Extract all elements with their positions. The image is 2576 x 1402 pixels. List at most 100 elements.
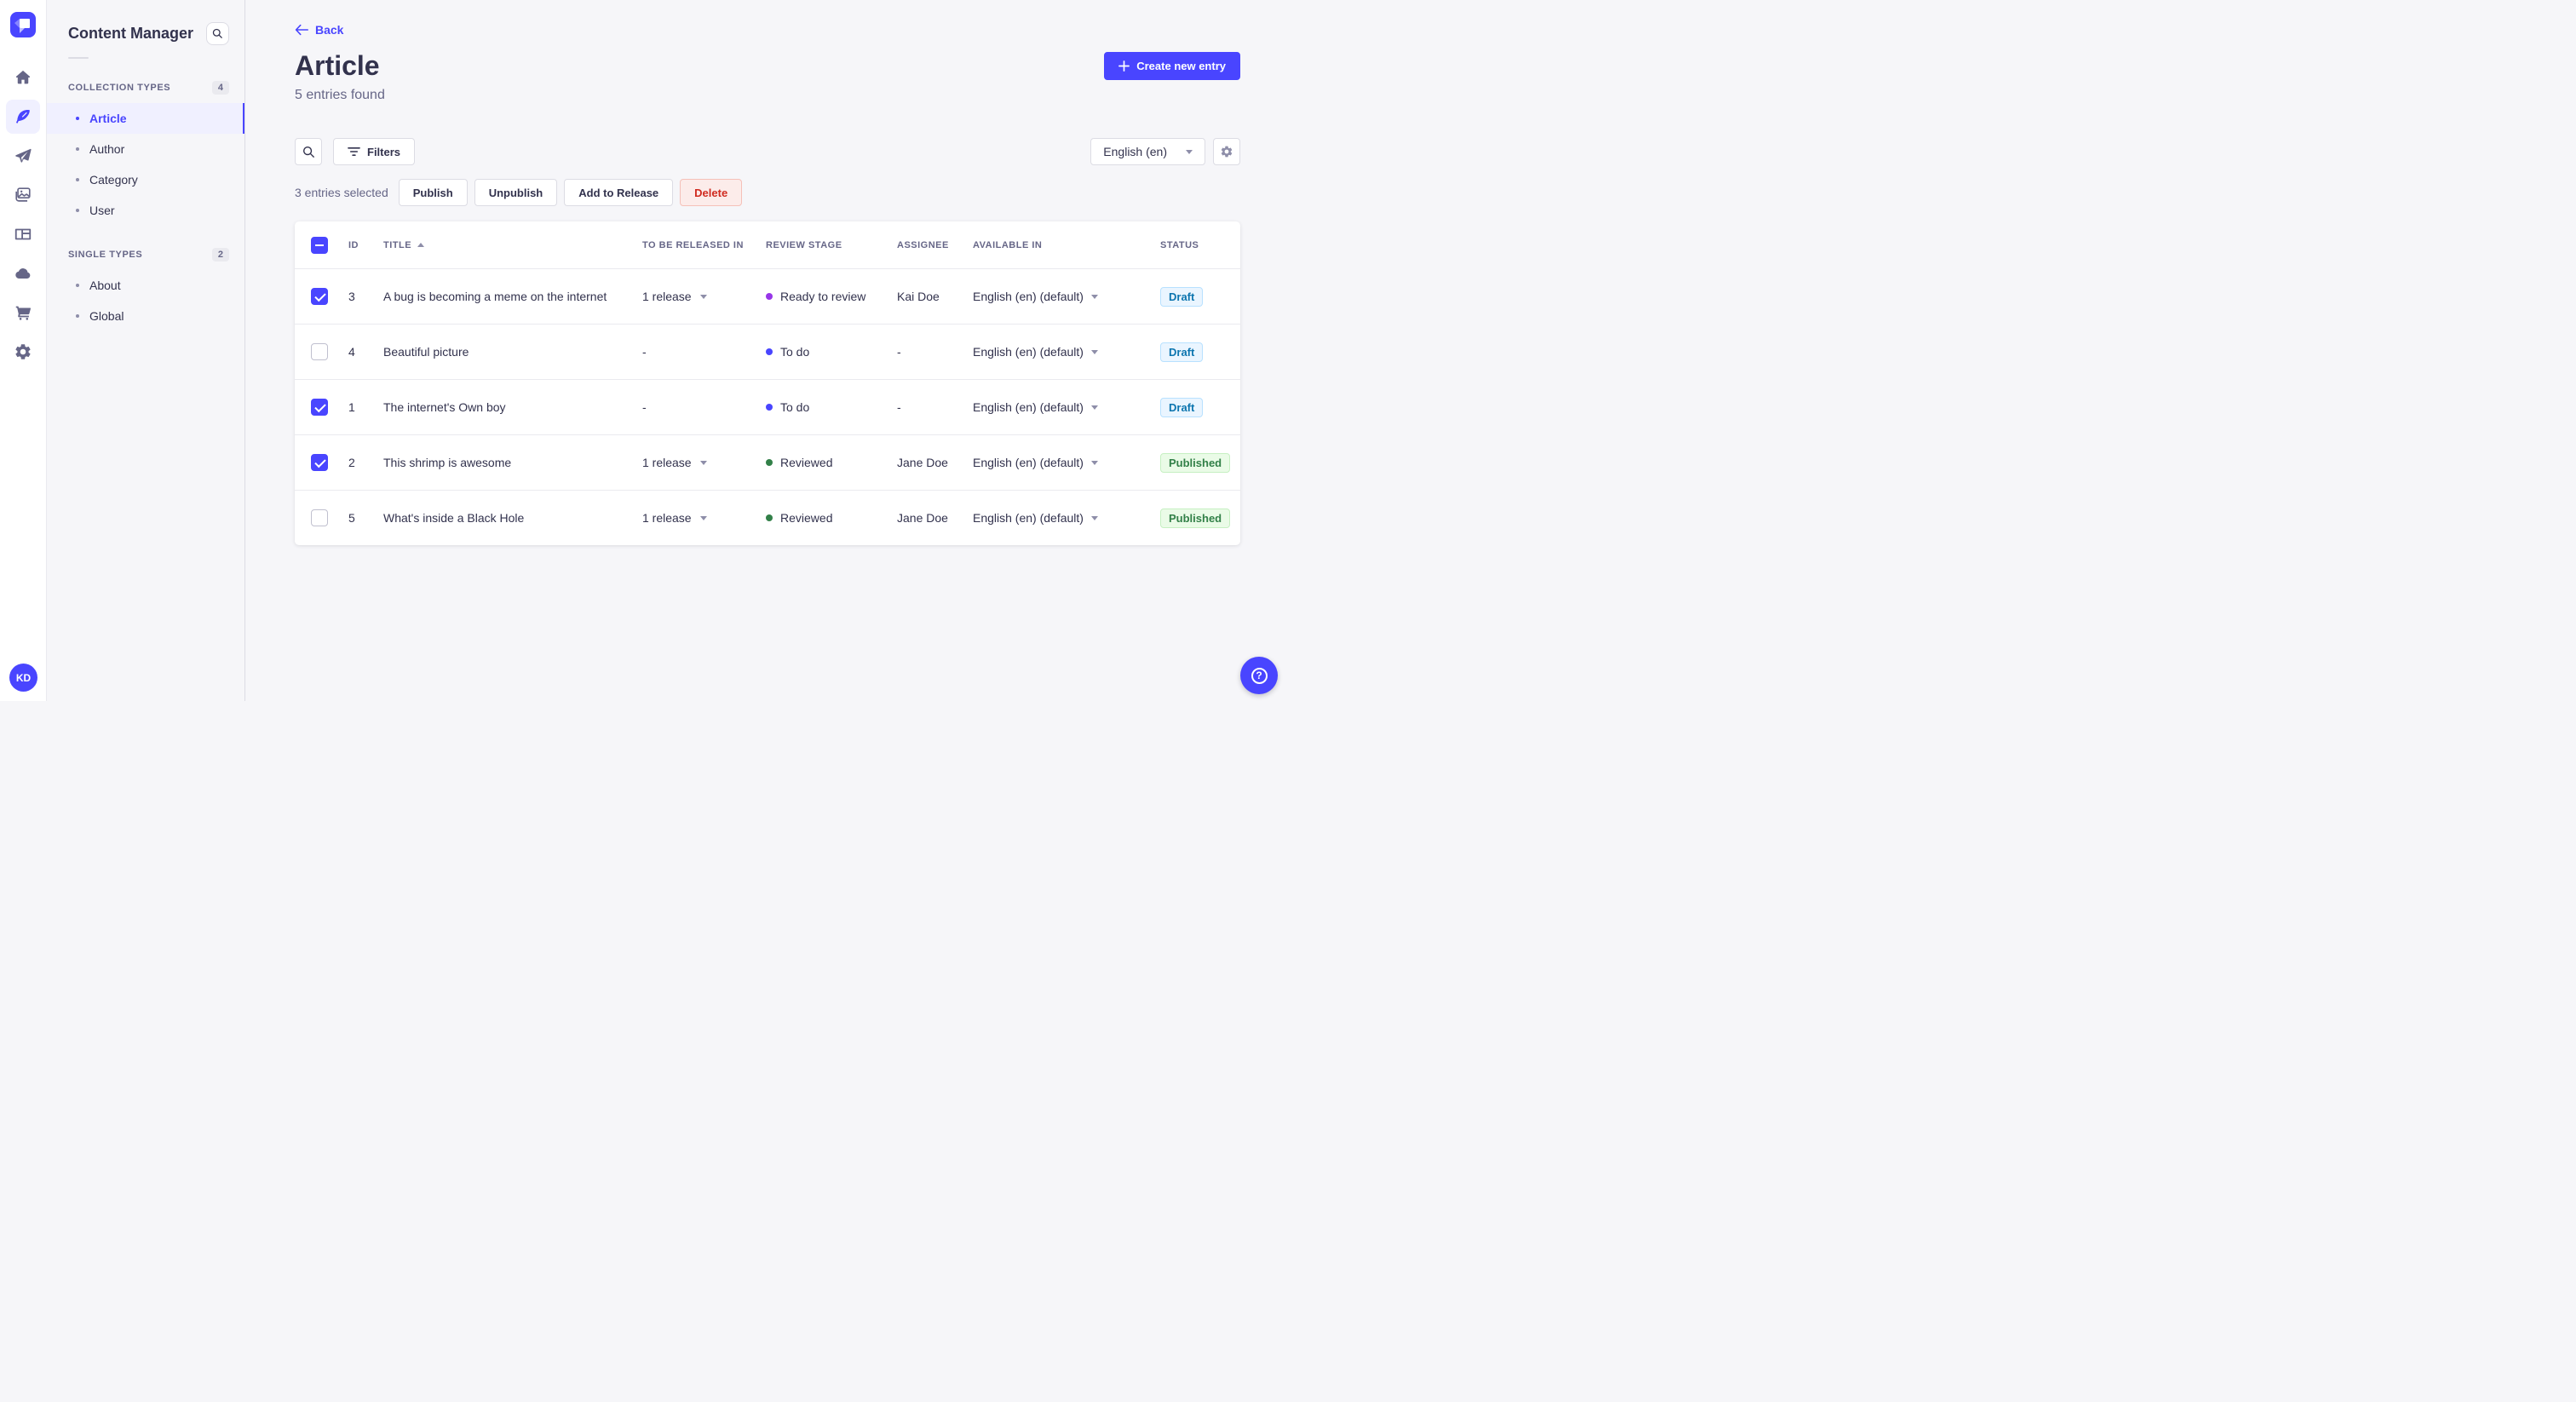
sidebar-item-label: Category [89, 173, 138, 187]
unpublish-button[interactable]: Unpublish [474, 179, 558, 206]
stage-dot-icon [766, 514, 773, 521]
create-new-entry-button[interactable]: Create new entry [1104, 51, 1240, 80]
question-mark-icon: ? [1251, 667, 1268, 684]
search-icon[interactable] [295, 138, 322, 165]
column-header-status[interactable]: STATUS [1152, 240, 1240, 250]
chevron-down-icon [699, 460, 707, 465]
gear-icon[interactable] [6, 335, 40, 369]
select-all-checkbox[interactable] [311, 236, 328, 254]
sidebar-item-label: Author [89, 142, 125, 156]
table-row[interactable]: 4 Beautiful picture - To do - English (e… [295, 324, 1240, 379]
shopping-cart-icon[interactable] [6, 296, 40, 330]
filter-icon [348, 147, 360, 157]
content-manager-subnav: Content Manager COLLECTION TYPES 4 Artic… [47, 0, 245, 701]
locale-dropdown[interactable]: English (en) (default) [964, 400, 1152, 414]
sidebar-item-category[interactable]: Category [47, 164, 244, 195]
chevron-down-icon [1090, 349, 1098, 354]
bullet-icon [76, 284, 79, 287]
page-title: Article [295, 49, 380, 81]
bullet-icon [76, 314, 79, 318]
table-row[interactable]: 5 What's inside a Black Hole 1 release R… [295, 490, 1240, 545]
locale-dropdown[interactable]: English (en) (default) [964, 456, 1152, 469]
delete-button[interactable]: Delete [680, 179, 743, 206]
add-to-release-button[interactable]: Add to Release [564, 179, 674, 206]
media-images-icon[interactable] [6, 178, 40, 212]
section-label: COLLECTION TYPES [68, 83, 171, 93]
layout-icon[interactable] [6, 217, 40, 251]
review-stage-cell: Reviewed [757, 511, 888, 525]
chevron-down-icon [699, 515, 707, 520]
bullet-icon [76, 117, 79, 120]
column-header-title[interactable]: TITLE [375, 240, 634, 250]
locale-dropdown[interactable]: English (en) (default) [964, 511, 1152, 525]
assignee-cell: Jane Doe [897, 456, 948, 469]
main-content: Back Article Create new entry 5 entries … [245, 0, 1288, 701]
locale-dropdown[interactable]: English (en) (default) [964, 290, 1152, 303]
main-nav: KD [0, 0, 47, 701]
row-checkbox[interactable] [311, 343, 328, 360]
sidebar-item-article[interactable]: Article [47, 103, 244, 134]
subnav-title: Content Manager [68, 25, 194, 42]
sidebar-item-user[interactable]: User [47, 195, 244, 226]
locale-dropdown[interactable]: English (en) (default) [964, 345, 1152, 359]
selection-actions: 3 entries selected Publish Unpublish Add… [295, 179, 1240, 206]
table-row[interactable]: 1 The internet's Own boy - To do - Engli… [295, 379, 1240, 434]
gear-icon [1221, 146, 1233, 158]
entries-table: ID TITLE TO BE RELEASED IN REVIEW STAGE … [295, 221, 1240, 545]
avatar[interactable]: KD [9, 664, 37, 692]
status-badge: Draft [1160, 342, 1204, 362]
strapi-logo[interactable] [10, 12, 36, 37]
title-cell: What's inside a Black Hole [383, 511, 525, 525]
title-cell: This shrimp is awesome [383, 456, 512, 469]
release-dropdown[interactable]: 1 release [634, 290, 757, 303]
sort-asc-icon [417, 243, 425, 247]
row-checkbox[interactable] [311, 454, 328, 471]
assignee-cell: - [897, 400, 901, 414]
sidebar-item-global[interactable]: Global [47, 301, 244, 331]
arrow-left-icon [295, 24, 308, 36]
release-cell: - [642, 345, 647, 359]
single-types-section: SINGLE TYPES 2 About Global [47, 244, 244, 331]
column-header-id[interactable]: ID [338, 240, 375, 250]
locale-select[interactable]: English (en) [1090, 138, 1205, 165]
stage-dot-icon [766, 293, 773, 300]
stage-dot-icon [766, 348, 773, 355]
column-header-review-stage[interactable]: REVIEW STAGE [757, 240, 888, 250]
help-button[interactable]: ? [1240, 657, 1278, 694]
column-header-assignee[interactable]: ASSIGNEE [888, 240, 964, 250]
feather-content-icon[interactable] [6, 100, 40, 134]
stage-dot-icon [766, 459, 773, 466]
sidebar-item-about[interactable]: About [47, 270, 244, 301]
home-icon[interactable] [6, 60, 40, 95]
sidebar-item-author[interactable]: Author [47, 134, 244, 164]
table-row[interactable]: 3 A bug is becoming a meme on the intern… [295, 268, 1240, 324]
publish-button[interactable]: Publish [398, 179, 468, 206]
assignee-cell: Kai Doe [897, 290, 940, 303]
cloud-icon[interactable] [6, 256, 40, 290]
assignee-cell: Jane Doe [897, 511, 948, 525]
row-checkbox[interactable] [311, 399, 328, 416]
sidebar-item-label: Global [89, 309, 124, 323]
back-link[interactable]: Back [295, 23, 343, 37]
divider [68, 57, 89, 59]
status-badge: Published [1160, 508, 1231, 528]
column-header-to-be-released-in[interactable]: TO BE RELEASED IN [634, 240, 757, 250]
paper-plane-icon[interactable] [6, 139, 40, 173]
row-checkbox[interactable] [311, 288, 328, 305]
chevron-down-icon [1090, 294, 1098, 299]
status-badge: Draft [1160, 397, 1204, 417]
release-dropdown[interactable]: 1 release [634, 456, 757, 469]
release-dropdown[interactable]: 1 release [634, 511, 757, 525]
sidebar-item-label: Article [89, 112, 127, 125]
table-row[interactable]: 2 This shrimp is awesome 1 release Revie… [295, 434, 1240, 490]
chevron-down-icon [1186, 149, 1193, 154]
title-cell: The internet's Own boy [383, 400, 506, 414]
review-stage-cell: Ready to review [757, 290, 888, 303]
row-checkbox[interactable] [311, 509, 328, 526]
sidebar-item-label: User [89, 204, 115, 217]
bullet-icon [76, 147, 79, 151]
column-header-available-in[interactable]: AVAILABLE IN [964, 240, 1152, 250]
view-settings-button[interactable] [1213, 138, 1240, 165]
filters-button[interactable]: Filters [333, 138, 416, 165]
search-icon[interactable] [206, 22, 229, 45]
